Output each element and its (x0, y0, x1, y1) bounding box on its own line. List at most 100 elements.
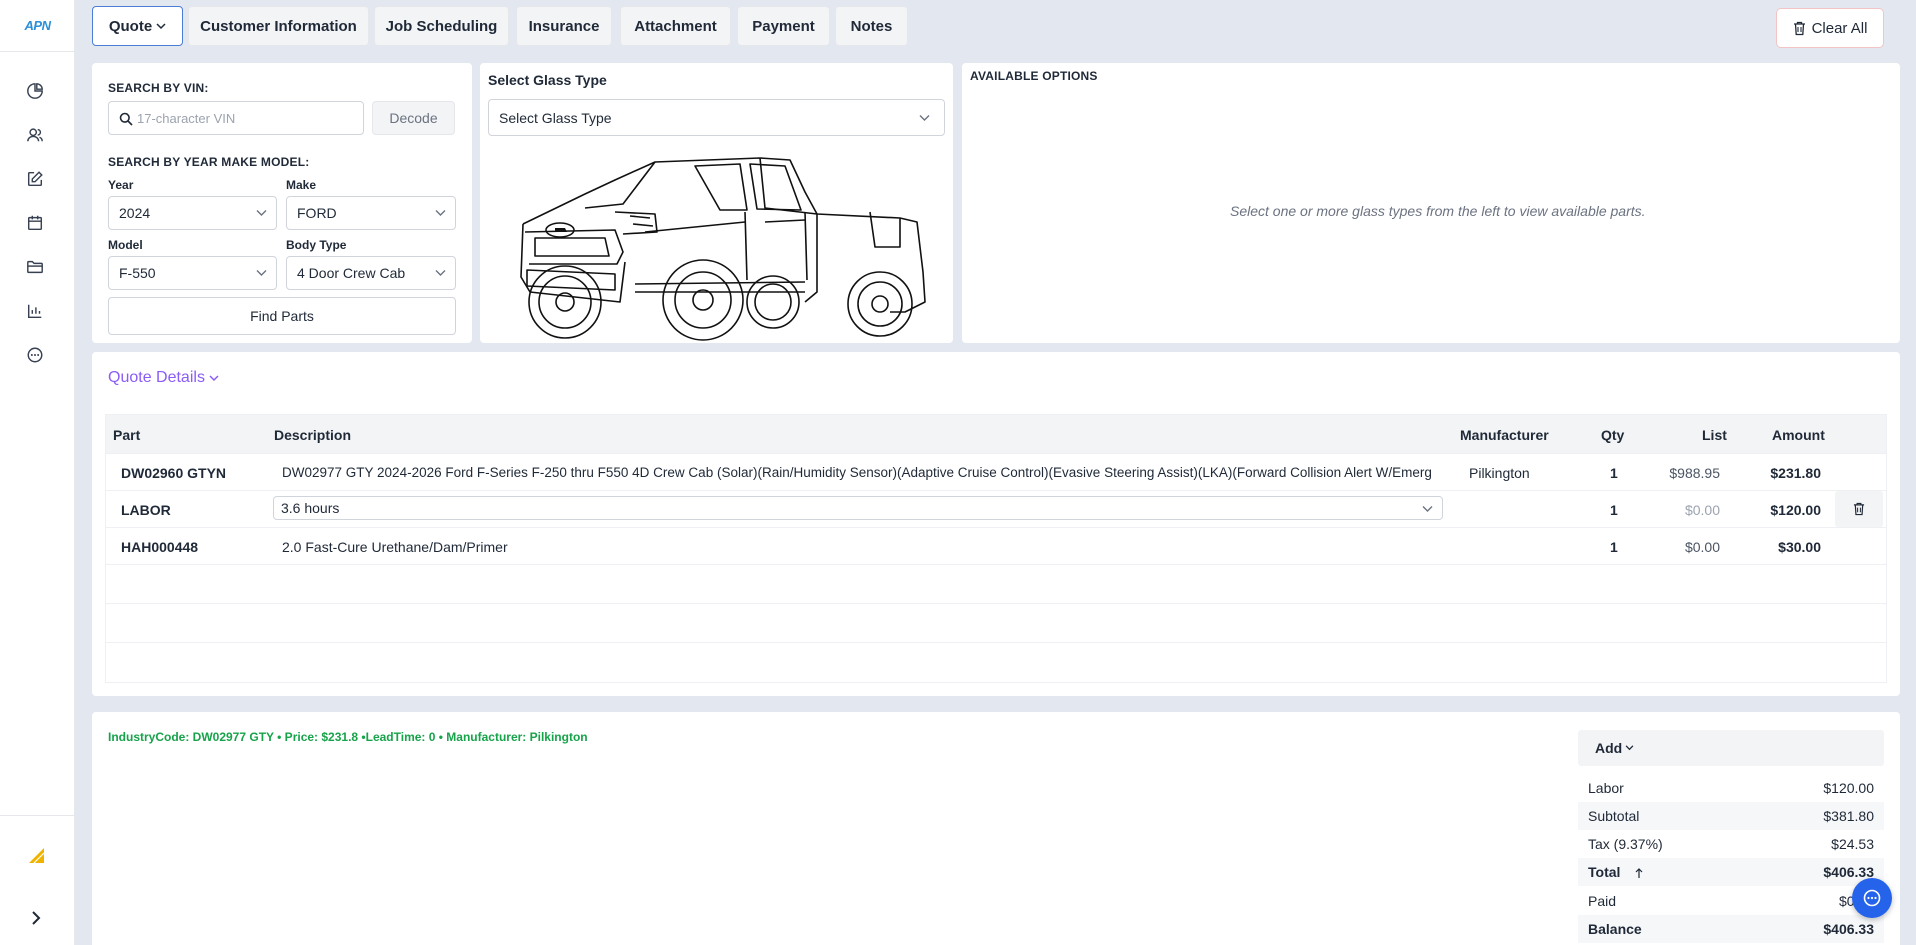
model-label: Model (108, 238, 143, 252)
table-row[interactable]: HAH000448 2.0 Fast-Cure Urethane/Dam/Pri… (105, 528, 1887, 565)
body-type-value: 4 Door Crew Cab (297, 265, 406, 281)
summary-paid: Paid $0.00 (1578, 887, 1884, 915)
tab-notes[interactable]: Notes (835, 6, 908, 46)
sidebar-divider (0, 815, 75, 816)
part-qty: 1 (1610, 539, 1618, 555)
chevron-down-icon (435, 210, 446, 216)
empty-row (105, 643, 1887, 683)
year-label: Year (108, 178, 134, 192)
empty-row (105, 565, 1887, 604)
col-manufacturer: Manufacturer (1460, 427, 1549, 443)
col-part: Part (113, 427, 141, 443)
body-type-select[interactable]: 4 Door Crew Cab (286, 256, 456, 290)
quote-details-title: Quote Details (108, 369, 205, 386)
chevron-down-icon (435, 270, 446, 276)
col-list: List (1702, 427, 1727, 443)
part-amount: $30.00 (1778, 539, 1821, 555)
add-label: Add (1595, 740, 1623, 756)
tab-payment[interactable]: Payment (737, 6, 830, 46)
part-number: HAH000448 (121, 539, 199, 555)
body-type-label: Body Type (286, 238, 347, 252)
brand-leaf-icon (27, 846, 45, 864)
part-description: 2.0 Fast-Cure Urethane/Dam/Primer (282, 539, 508, 555)
summary-total-label: Total (1588, 864, 1621, 880)
part-list-price: $0.00 (1684, 502, 1720, 518)
chat-icon[interactable] (24, 344, 46, 366)
glass-type-select[interactable]: Select Glass Type (488, 99, 945, 136)
glass-type-value: Select Glass Type (499, 109, 612, 126)
tab-customer-information[interactable]: Customer Information (188, 6, 369, 46)
model-value: F-550 (119, 265, 156, 281)
summary-labor: Labor $120.00 (1578, 774, 1884, 802)
summary-tax-value: $24.53 (1831, 836, 1874, 852)
summary-balance: Balance $406.33 (1578, 915, 1884, 943)
sidebar: APN (0, 0, 75, 945)
make-label: Make (286, 178, 317, 192)
chevron-down-icon (209, 374, 219, 381)
tab-insurance[interactable]: Insurance (516, 6, 612, 46)
year-select[interactable]: 2024 (108, 196, 277, 230)
part-number: LABOR (121, 502, 171, 518)
available-options-heading: AVAILABLE OPTIONS (970, 69, 1098, 83)
clear-all-button[interactable]: Clear All (1776, 8, 1884, 48)
vin-input[interactable]: 17-character VIN (108, 101, 364, 135)
tab-attachment[interactable]: Attachment (620, 6, 731, 46)
truck-diagram[interactable] (505, 152, 930, 342)
part-qty: 1 (1610, 502, 1618, 518)
chat-support-button[interactable] (1852, 878, 1892, 918)
decode-button[interactable]: Decode (372, 101, 455, 135)
labor-hours-select[interactable]: 3.6 hours (273, 496, 1443, 520)
vin-search-heading: SEARCH BY VIN: (108, 81, 209, 95)
part-number: DW02960 GTYN (121, 465, 227, 481)
table-row[interactable]: DW02960 GTYN DW02977 GTY 2024-2026 Ford … (105, 454, 1887, 491)
tab-label: Quote (108, 17, 153, 35)
summary-labor-value: $120.00 (1823, 780, 1874, 796)
delete-row-button[interactable] (1835, 491, 1883, 527)
vin-placeholder: 17-character VIN (137, 110, 236, 126)
summary-total: Total $406.33 (1578, 858, 1884, 886)
part-manufacturer: Pilkington (1469, 465, 1530, 481)
folder-icon[interactable] (24, 256, 46, 278)
quote-table-header: Part Description Manufacturer Qty List A… (105, 414, 1887, 454)
users-icon[interactable] (24, 124, 46, 146)
summary-subtotal: Subtotal $381.80 (1578, 802, 1884, 830)
trash-icon (1793, 21, 1805, 35)
part-amount: $120.00 (1770, 502, 1821, 518)
empty-row (105, 604, 1887, 643)
chevron-right-icon[interactable] (26, 908, 46, 928)
ymm-search-heading: SEARCH BY YEAR MAKE MODEL: (108, 155, 310, 169)
glass-type-heading: Select Glass Type (488, 72, 607, 88)
table-row[interactable]: LABOR 3.6 hours 1 $0.00 $120.00 (105, 491, 1887, 528)
available-options-empty: Select one or more glass types from the … (1230, 203, 1646, 219)
tab-quote[interactable]: Quote (92, 6, 183, 46)
add-dropdown[interactable]: Add (1578, 730, 1884, 766)
summary-tax-label: Tax (9.37%) (1588, 836, 1663, 852)
summary-labor-label: Labor (1588, 780, 1624, 796)
make-select[interactable]: FORD (286, 196, 456, 230)
chat-bubble-icon (1863, 889, 1881, 907)
tab-job-scheduling[interactable]: Job Scheduling (374, 6, 509, 46)
model-select[interactable]: F-550 (108, 256, 277, 290)
app-logo[interactable]: APN (0, 0, 75, 52)
chevron-down-icon (256, 270, 267, 276)
quote-details-toggle[interactable]: Quote Details (108, 369, 219, 387)
arrow-up-icon[interactable] (1635, 868, 1643, 879)
industry-info: IndustryCode: DW02977 GTY • Price: $231.… (108, 730, 588, 744)
calendar-icon[interactable] (24, 212, 46, 234)
col-qty: Qty (1601, 427, 1625, 443)
find-parts-button[interactable]: Find Parts (108, 297, 456, 335)
chevron-down-icon (1422, 506, 1433, 512)
part-list-price: $988.95 (1669, 465, 1720, 481)
chevron-down-icon (1625, 745, 1634, 751)
summary-subtotal-label: Subtotal (1588, 808, 1640, 824)
edit-icon[interactable] (24, 168, 46, 190)
part-list-price: $0.00 (1684, 539, 1720, 555)
summary-balance-value: $406.33 (1823, 921, 1874, 937)
part-description: DW02977 GTY 2024-2026 Ford F-Series F-25… (282, 465, 1432, 480)
part-amount: $231.80 (1770, 465, 1821, 481)
search-icon (119, 112, 133, 126)
chart-pie-icon[interactable] (24, 80, 46, 102)
summary-paid-label: Paid (1588, 893, 1617, 909)
summary-subtotal-value: $381.80 (1823, 808, 1874, 824)
bar-chart-icon[interactable] (24, 300, 46, 322)
